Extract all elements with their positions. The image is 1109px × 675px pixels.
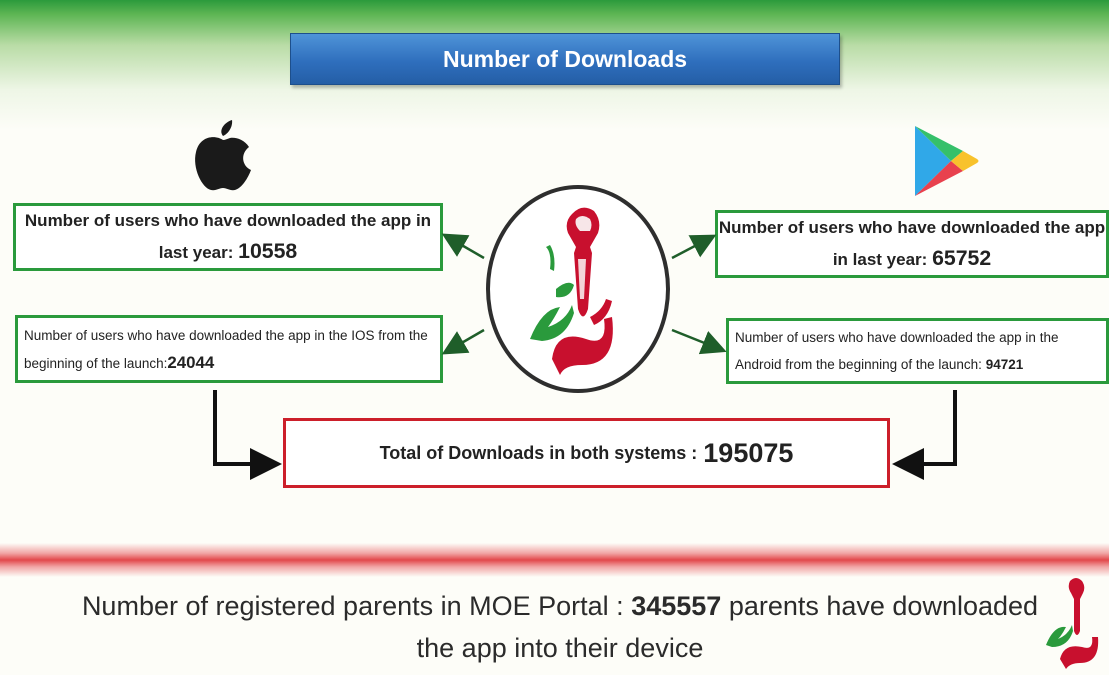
divider-band [0, 543, 1109, 577]
arrow-to-ios-launch [441, 328, 485, 355]
arrow-ios-to-total [213, 390, 282, 480]
footer-value: 345557 [631, 591, 722, 621]
footer-statement: Number of registered parents in MOE Port… [60, 585, 1060, 669]
slide: Number of Downloads Number of users who [0, 0, 1109, 675]
arrow-android-to-total [892, 390, 957, 480]
corner-logo-icon [1046, 578, 1099, 669]
arrow-to-android-year [671, 234, 717, 260]
footer-text-before: Number of registered parents in MOE Port… [81, 591, 624, 621]
arrow-to-android-launch [671, 328, 727, 355]
arrow-to-ios-year [441, 233, 485, 260]
